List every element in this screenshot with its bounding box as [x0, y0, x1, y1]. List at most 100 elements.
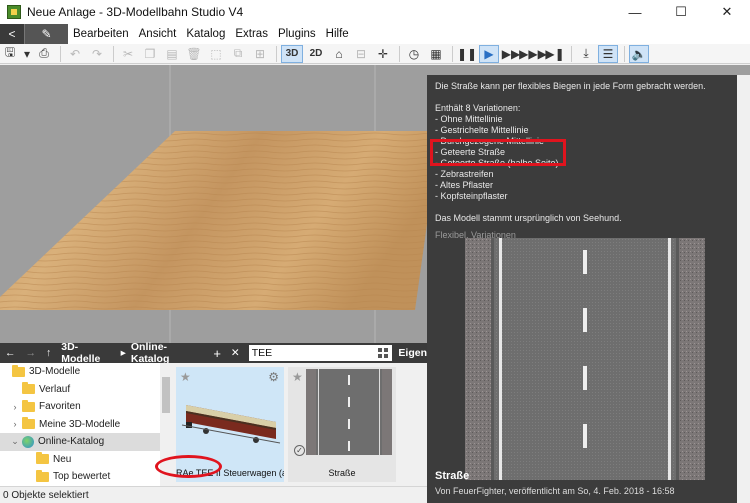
catalog-search-input[interactable]: TEE	[248, 345, 393, 361]
highlight-annotation-box	[430, 139, 566, 166]
clock-button[interactable]: ◷	[404, 45, 424, 63]
cut-button[interactable]: ✂	[118, 45, 138, 63]
delete-button[interactable]: 🗑	[184, 45, 204, 63]
save-button[interactable]: 🖫	[0, 45, 20, 63]
wood-grain	[0, 131, 440, 310]
back-button[interactable]: <	[0, 24, 24, 44]
move-button[interactable]: ✛	[373, 45, 393, 63]
grid-view-icon[interactable]	[378, 348, 389, 358]
road-preview-image	[465, 238, 705, 480]
train-button[interactable]: ⊟	[351, 45, 371, 63]
breadcrumb-online-katalog[interactable]: Online-Katalog	[126, 341, 208, 365]
pause-icon: ❚❚	[456, 46, 478, 61]
tooltip-variation: - Kopfsteinpflaster	[435, 191, 508, 201]
minimize-button[interactable]: —	[612, 0, 658, 24]
menu-extras[interactable]: Extras	[230, 28, 273, 40]
menu-hilfe[interactable]: Hilfe	[321, 28, 354, 40]
camera-icon: ⌂	[335, 46, 343, 61]
tree-item-neu[interactable]: Neu	[0, 451, 172, 469]
status-text: 0 Objekte selektiert	[3, 489, 89, 501]
redo-button[interactable]: ↷	[87, 45, 107, 63]
folder-icon	[22, 417, 35, 430]
pause-button[interactable]: ❚❚	[457, 45, 477, 63]
tree-item-online-katalog[interactable]: ⌄ Online-Katalog	[0, 433, 172, 451]
menu-katalog[interactable]: Katalog	[181, 28, 230, 40]
folder-icon	[22, 399, 35, 412]
train-icon: ⊟	[355, 46, 367, 61]
align-button[interactable]: ⊞	[250, 45, 270, 63]
faster-button[interactable]: ▶▶▶	[519, 45, 547, 63]
tree-item-label: Top bewertet	[53, 471, 111, 483]
chevron-right-icon[interactable]: ›	[10, 419, 20, 429]
maximize-button[interactable]: ☐	[658, 0, 704, 24]
menu-ansicht[interactable]: Ansicht	[134, 28, 182, 40]
folder-icon	[22, 382, 35, 395]
catalog-tile-strasse[interactable]: ★ ✓ Straße	[288, 367, 396, 482]
view-2d-button[interactable]: 2D	[305, 45, 327, 63]
breadcrumb-3d-modelle[interactable]: 3D-Modelle	[56, 341, 120, 365]
toolbar-separator	[399, 45, 400, 62]
check-circle-icon: ✓	[294, 445, 305, 456]
scissors-icon: ✂	[122, 46, 134, 61]
save-dropdown-button[interactable]: ▾	[22, 45, 32, 63]
toolbar-separator	[571, 45, 572, 62]
group-button[interactable]: ⧉	[228, 45, 248, 63]
toolbar-separator	[624, 45, 625, 62]
scrollbar-thumb[interactable]	[162, 377, 170, 413]
events-button[interactable]: ▦	[426, 45, 446, 63]
forward-arrow-icon[interactable]: →	[21, 347, 42, 359]
track-button[interactable]: ☰	[598, 44, 618, 63]
tree-item-top-bewertet[interactable]: Top bewertet	[0, 468, 172, 486]
tree-item-label: Neu	[53, 453, 72, 465]
menu-bearbeiten[interactable]: Bearbeiten	[68, 28, 134, 40]
folder-icon	[36, 452, 49, 465]
view-3d-button[interactable]: 3D	[281, 44, 303, 63]
edit-mode-button[interactable]: ✎	[24, 24, 68, 44]
tree-item-label: Verlauf	[39, 383, 71, 395]
chevron-down-icon[interactable]: ⌄	[10, 436, 20, 447]
tile-caption: Straße	[328, 468, 356, 478]
play-button[interactable]: ▶	[479, 44, 499, 63]
copy-button[interactable]: ❐	[140, 45, 160, 63]
menu-plugins[interactable]: Plugins	[273, 28, 321, 40]
window-title: Neue Anlage - 3D-Modellbahn Studio V4	[27, 5, 244, 19]
paste-button[interactable]: ▤	[162, 45, 182, 63]
fast-forward-button[interactable]: ▶▶	[501, 45, 521, 63]
road-preview-svg	[465, 238, 705, 480]
download-button[interactable]: ⤓	[576, 45, 596, 63]
folder-icon	[12, 364, 25, 377]
print-button[interactable]: ⎙	[34, 45, 54, 63]
crosshair-icon: ✛	[377, 46, 389, 61]
add-icon[interactable]: +	[208, 346, 226, 361]
toolbar-separator	[452, 45, 453, 62]
toolbar-separator	[113, 45, 114, 62]
undo-icon: ↶	[69, 46, 81, 61]
play-icon: ▶	[484, 46, 494, 61]
printer-icon: ⎙	[39, 46, 49, 60]
star-icon[interactable]: ★	[292, 370, 303, 384]
copy-icon: ❐	[144, 46, 156, 61]
back-arrow-icon[interactable]: ←	[0, 347, 21, 359]
search-value: TEE	[251, 347, 273, 359]
floppy-icon: 🖫	[4, 45, 16, 59]
clear-icon[interactable]: ✕	[226, 347, 245, 359]
tree-item-meine-3d-modelle[interactable]: › Meine 3D-Modelle	[0, 416, 172, 434]
tree-item-3d-modelle[interactable]: 3D-Modelle	[0, 363, 172, 381]
up-arrow-icon[interactable]: ↑	[41, 347, 56, 359]
select-button[interactable]: ⬚	[206, 45, 226, 63]
tooltip-variation: - Ohne Mittellinie	[435, 114, 503, 124]
skip-button[interactable]: ▶❚	[545, 45, 565, 63]
sound-button[interactable]: 🔈	[629, 44, 649, 63]
tooltip-variations-header: Enthält 8 Variationen:	[435, 103, 521, 113]
tree-item-verlauf[interactable]: Verlauf	[0, 381, 172, 399]
toolbar-separator	[276, 45, 277, 62]
chevron-right-icon[interactable]: ›	[10, 402, 20, 412]
camera-button[interactable]: ⌂	[329, 45, 349, 63]
chevron-down-icon: ▾	[23, 46, 31, 61]
tooltip-variation: - Zebrastreifen	[435, 169, 494, 179]
app-icon	[7, 5, 21, 19]
close-button[interactable]: ✕	[704, 0, 750, 24]
tree-item-favoriten[interactable]: › Favoriten	[0, 398, 172, 416]
undo-button[interactable]: ↶	[65, 45, 85, 63]
folder-icon	[36, 469, 49, 482]
